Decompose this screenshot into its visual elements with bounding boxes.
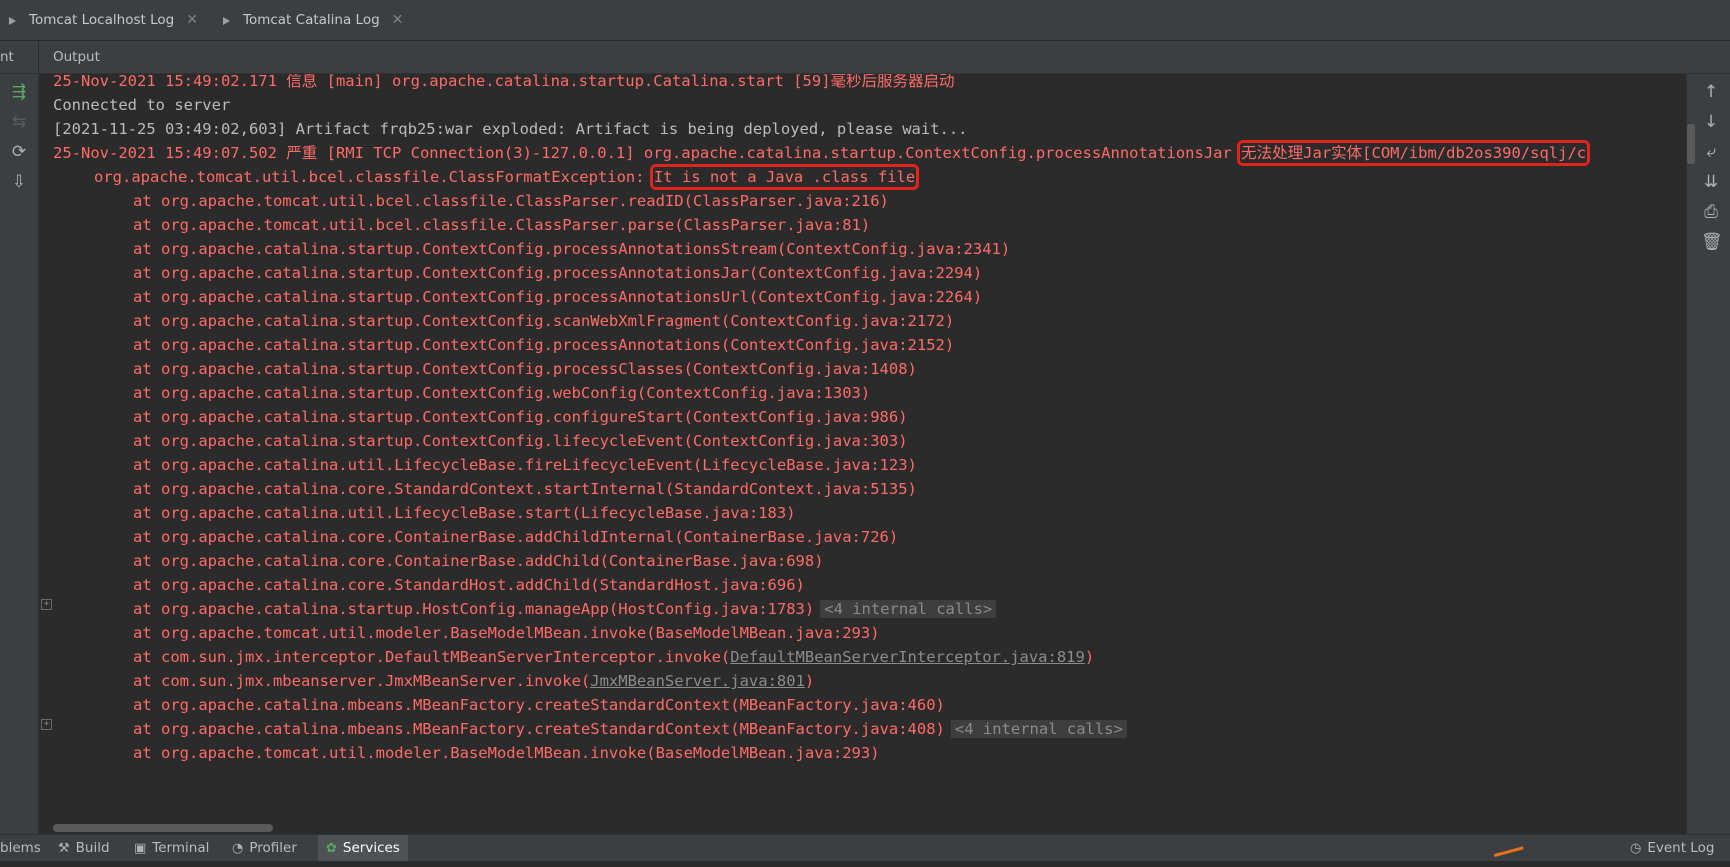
stack-text: ) (1084, 648, 1095, 666)
refresh-icon[interactable]: ⟳ (9, 142, 29, 162)
divider (38, 41, 39, 73)
close-icon[interactable]: ✕ (186, 12, 198, 28)
arrow-up-icon[interactable]: ↑ (1701, 82, 1721, 102)
stack-line: at org.apache.tomcat.util.modeler.BaseMo… (133, 744, 880, 762)
stack-line: at org.apache.catalina.core.ContainerBas… (133, 552, 824, 570)
rerun-icon[interactable]: ⇶ (9, 82, 29, 102)
terminal-icon: ▣ (134, 840, 147, 856)
scroll-to-end-icon[interactable]: ⇊ (1701, 172, 1721, 192)
stack-line: at org.apache.catalina.startup.ContextCo… (133, 264, 983, 282)
stack-text: at org.apache.catalina.startup.HostConfi… (133, 600, 815, 618)
tab-label: Build (75, 840, 110, 856)
tab-label: Event Log (1647, 840, 1715, 856)
console-line: [2021-11-25 03:49:02,603] Artifact frqb2… (53, 120, 968, 138)
tab-label: Services (342, 840, 400, 856)
exception-class: org.apache.tomcat.util.bcel.classfile.Cl… (94, 168, 654, 186)
arrow-down-icon[interactable]: ↓ (1701, 112, 1721, 132)
tab-profiler[interactable]: ◔ Profiler (232, 835, 297, 861)
stack-text: at org.apache.catalina.mbeans.MBeanFacto… (133, 720, 945, 738)
stack-line: at org.apache.catalina.startup.ContextCo… (133, 312, 955, 330)
close-icon[interactable]: ✕ (392, 12, 404, 28)
stack-line: at org.apache.tomcat.util.bcel.classfile… (133, 192, 889, 210)
internal-calls-badge[interactable]: <4 internal calls> (820, 600, 997, 618)
editor-tab-bar: Tomcat Localhost Log ✕ Tomcat Catalina L… (0, 0, 1730, 41)
hammer-icon: ⚒ (58, 840, 70, 856)
fold-expand-icon[interactable]: + (41, 599, 52, 610)
profiler-icon: ◔ (232, 840, 244, 856)
tab-problems[interactable]: blems (0, 835, 41, 861)
tab-services[interactable]: ✿ Services (318, 835, 408, 861)
stack-line: at org.apache.catalina.startup.ContextCo… (133, 360, 917, 378)
console-line: 25-Nov-2021 15:49:02.171 信息 [main] org.a… (53, 74, 955, 90)
stack-line: at org.apache.catalina.mbeans.MBeanFacto… (133, 696, 945, 714)
truncated-label[interactable]: nt (0, 49, 14, 65)
stack-line: at org.apache.catalina.startup.ContextCo… (133, 384, 871, 402)
print-icon[interactable]: ⎙ (1701, 202, 1721, 222)
tab-build[interactable]: ⚒ Build (58, 835, 110, 861)
output-header: nt Output (0, 41, 1730, 74)
console-line: Connected to server (53, 96, 231, 114)
output-title: Output (53, 49, 100, 65)
stack-line: at org.apache.catalina.startup.ContextCo… (133, 336, 955, 354)
stack-line: at com.sun.jmx.mbeanserver.JmxMBeanServe… (133, 669, 814, 693)
deploy-icon[interactable]: ⇩ (9, 172, 29, 192)
stack-line: at org.apache.tomcat.util.bcel.classfile… (133, 216, 871, 234)
vertical-scrollbar[interactable] (1687, 124, 1695, 164)
highlighted-jar-message: 无法处理Jar实体[COM/ibm/db2os390/sqlj/c (1237, 140, 1591, 166)
stack-line: at org.apache.catalina.core.StandardHost… (133, 576, 805, 594)
source-link[interactable]: JmxMBeanServer.java:801 (590, 672, 805, 690)
tab-label: Tomcat Localhost Log (29, 12, 175, 28)
source-link[interactable]: DefaultMBeanServerInterceptor.java:819 (730, 648, 1085, 666)
services-icon: ✿ (326, 840, 337, 856)
stack-line: at com.sun.jmx.interceptor.DefaultMBeanS… (133, 645, 1094, 669)
stack-line: at org.apache.catalina.core.StandardCont… (133, 480, 917, 498)
stack-line: at org.apache.tomcat.util.modeler.BaseMo… (133, 624, 880, 642)
tab-label: Terminal (152, 840, 210, 856)
console-line-exception: org.apache.tomcat.util.bcel.classfile.Cl… (94, 164, 920, 190)
stack-line: at org.apache.catalina.startup.ContextCo… (133, 408, 908, 426)
tab-label: Profiler (249, 840, 297, 856)
fold-expand-icon[interactable]: + (41, 719, 52, 730)
stack-line: at org.apache.catalina.util.LifecycleBas… (133, 504, 796, 522)
log-file-icon (8, 15, 19, 26)
stack-line: at org.apache.catalina.startup.ContextCo… (133, 240, 1011, 258)
stack-line: at org.apache.catalina.startup.ContextCo… (133, 432, 908, 450)
highlighted-exception-message: It is not a Java .class file (649, 164, 920, 190)
stop-icon[interactable]: ⇆ (9, 112, 29, 132)
console-output[interactable]: 25-Nov-2021 15:49:02.171 信息 [main] org.a… (39, 74, 1686, 834)
stack-line: at org.apache.catalina.core.ContainerBas… (133, 528, 899, 546)
stack-text: at com.sun.jmx.mbeanserver.JmxMBeanServe… (133, 672, 591, 690)
log-file-icon (222, 15, 233, 26)
tool-window-bar: blems ⚒ Build ▣ Terminal ◔ Profiler ✿ Servic… (0, 834, 1730, 861)
error-prefix: 25-Nov-2021 15:49:07.502 严重 [RMI TCP Con… (53, 144, 1242, 162)
right-toolbar: ↑ ↓ ⤶ ⇊ ⎙ 🗑 (1686, 74, 1730, 834)
stack-text: ) (804, 672, 815, 690)
trash-icon[interactable]: 🗑 (1701, 232, 1723, 252)
tab-event-log[interactable]: ◷ Event Log (1630, 835, 1714, 861)
stack-line: at org.apache.catalina.startup.HostConfi… (133, 597, 997, 621)
stack-line: at org.apache.catalina.mbeans.MBeanFacto… (133, 717, 1127, 741)
console-line-error: 25-Nov-2021 15:49:07.502 严重 [RMI TCP Con… (53, 140, 1591, 166)
left-toolbar: ⇶ ⇆ ⟳ ⇩ (0, 74, 39, 834)
stack-line: at org.apache.catalina.startup.ContextCo… (133, 288, 983, 306)
tab-tomcat-catalina-log[interactable]: Tomcat Catalina Log ✕ (222, 0, 403, 40)
tab-tomcat-localhost-log[interactable]: Tomcat Localhost Log ✕ (8, 0, 198, 40)
stack-line: at org.apache.catalina.util.LifecycleBas… (133, 456, 917, 474)
horizontal-scrollbar[interactable] (53, 824, 273, 832)
tab-label: Tomcat Catalina Log (243, 12, 380, 28)
event-log-icon: ◷ (1630, 840, 1642, 856)
tab-label: blems (0, 840, 41, 856)
internal-calls-badge[interactable]: <4 internal calls> (950, 720, 1127, 738)
soft-wrap-icon[interactable]: ⤶ (1701, 142, 1721, 162)
stack-text: at com.sun.jmx.interceptor.DefaultMBeanS… (133, 648, 731, 666)
tab-terminal[interactable]: ▣ Terminal (134, 835, 209, 861)
